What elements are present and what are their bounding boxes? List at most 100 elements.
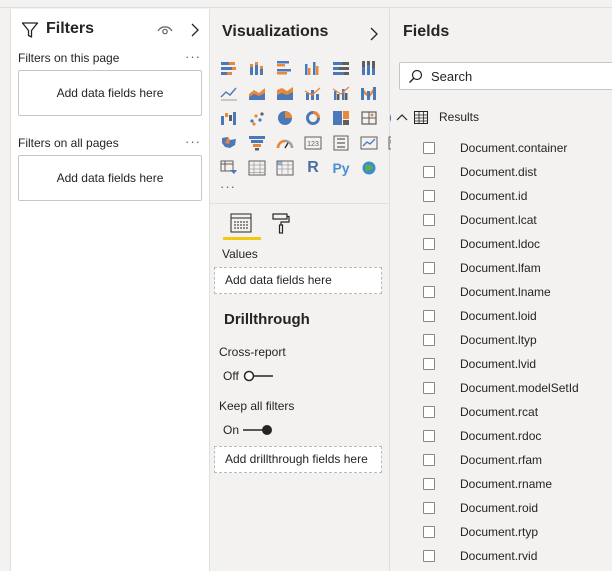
stacked-bar-chart-icon[interactable] [218,59,240,76]
stacked-column-chart-icon[interactable] [246,59,268,76]
field-checkbox[interactable] [423,286,435,298]
table-icon [414,111,428,124]
waterfall-chart-icon[interactable] [218,109,240,126]
filters-on-page-label: Filters on this page [18,51,120,65]
field-checkbox[interactable] [423,262,435,274]
python-visual-icon[interactable]: Py [330,159,352,176]
funnel-chart-icon[interactable] [246,134,268,151]
values-label: Values [222,247,258,261]
search-icon [409,69,423,83]
field-checkbox[interactable] [423,334,435,346]
drillthrough-drop-text: Add drillthrough fields here [225,452,368,466]
field-checkbox[interactable] [423,214,435,226]
field-checkbox[interactable] [423,430,435,442]
stacked-area-chart-icon[interactable] [274,84,296,101]
field-row[interactable]: Document.rfam [391,449,612,473]
table-icon[interactable] [246,159,268,176]
line-and-clustered-column-icon[interactable] [330,84,352,101]
field-checkbox[interactable] [423,310,435,322]
fields-pane: Fields Search Results Document.container… [391,9,612,571]
field-checkbox[interactable] [423,238,435,250]
field-row[interactable]: Document.id [391,185,612,209]
results-table-node[interactable]: Results [396,109,606,127]
field-row[interactable]: Document.ldoc [391,233,612,257]
field-checkbox[interactable] [423,190,435,202]
keep-all-filters-state: On [223,423,240,437]
pie-chart-icon[interactable] [274,109,296,126]
field-checkbox[interactable] [423,526,435,538]
100-stacked-bar-chart-icon[interactable] [330,59,352,76]
100-stacked-column-chart-icon[interactable] [358,59,380,76]
cross-report-toggle[interactable] [243,369,273,383]
more-visuals-button[interactable]: ··· [220,179,236,194]
line-and-stacked-column-icon[interactable] [302,84,324,101]
field-row[interactable]: Document.rtyp [391,521,612,545]
cross-report-state: Off [223,369,239,383]
matrix-slicer-icon[interactable] [218,159,240,176]
filters-page-drop-zone[interactable]: Add data fields here [18,70,202,116]
field-row[interactable]: Document.dist [391,161,612,185]
field-row[interactable]: Document.rdoc [391,425,612,449]
field-checkbox[interactable] [423,478,435,490]
field-row[interactable]: Document.ltyp [391,329,612,353]
field-row[interactable]: Document.lname [391,281,612,305]
chevron-up-icon[interactable] [396,112,408,122]
field-row[interactable]: Document.lvid [391,353,612,377]
scatter-chart-icon[interactable] [246,109,268,126]
field-checkbox[interactable] [423,142,435,154]
chevron-right-icon[interactable] [188,22,202,38]
field-checkbox[interactable] [423,454,435,466]
clustered-column-chart-icon[interactable] [302,59,324,76]
paint-roller-icon[interactable] [272,212,290,234]
card-icon[interactable]: 123 [302,134,324,151]
line-chart-icon[interactable] [218,84,240,101]
matrix-icon[interactable] [274,159,296,176]
field-checkbox[interactable] [423,382,435,394]
field-name: Document.lname [460,285,551,299]
chevron-right-icon[interactable] [368,26,380,42]
field-row[interactable]: Document.rvid [391,545,612,569]
treemap-icon[interactable] [330,109,352,126]
filters-all-drop-zone[interactable]: Add data fields here [18,155,202,201]
field-row[interactable]: Document.container [391,137,612,161]
kpi-icon[interactable] [358,134,380,151]
field-name: Document.lcat [460,213,537,227]
fields-search-box[interactable]: Search [399,62,612,90]
clustered-bar-chart-icon[interactable] [274,59,296,76]
filters-all-more-options[interactable]: ··· [185,134,201,149]
multi-row-card-icon[interactable] [330,134,352,151]
fields-tab-icon[interactable] [230,212,252,234]
field-checkbox[interactable] [423,502,435,514]
eye-icon[interactable] [157,23,173,37]
arcgis-map-icon[interactable] [358,159,380,176]
viz-divider [210,203,390,204]
ribbon-chart-icon[interactable] [358,84,380,101]
filters-page-more-options[interactable]: ··· [185,49,201,64]
field-checkbox[interactable] [423,406,435,418]
field-row[interactable]: Document.rcat [391,401,612,425]
field-checkbox[interactable] [423,358,435,370]
r-visual-icon[interactable]: R [302,159,324,176]
keep-all-filters-toggle[interactable] [243,423,273,437]
top-strip [0,0,612,8]
field-row[interactable]: Document.roid [391,497,612,521]
gauge-icon[interactable] [274,134,296,151]
area-chart-icon[interactable] [246,84,268,101]
drillthrough-drop-zone[interactable]: Add drillthrough fields here [214,446,382,473]
field-row[interactable]: Document.loid [391,305,612,329]
donut-chart-icon[interactable] [302,109,324,126]
fields-title: Fields [403,23,450,40]
field-name: Document.ldoc [460,237,541,251]
field-checkbox[interactable] [423,550,435,562]
values-drop-zone[interactable]: Add data fields here [214,267,382,294]
map-icon[interactable] [358,109,380,126]
shape-map-icon[interactable] [218,134,240,151]
field-row[interactable]: Document.lfam [391,257,612,281]
field-name: Document.lvid [460,357,537,371]
visualizations-title: Visualizations [222,23,329,40]
filters-pane: Filters Filters on this page ··· Add dat… [10,9,210,571]
field-checkbox[interactable] [423,166,435,178]
field-row[interactable]: Document.modelSetId [391,377,612,401]
field-row[interactable]: Document.rname [391,473,612,497]
field-row[interactable]: Document.lcat [391,209,612,233]
